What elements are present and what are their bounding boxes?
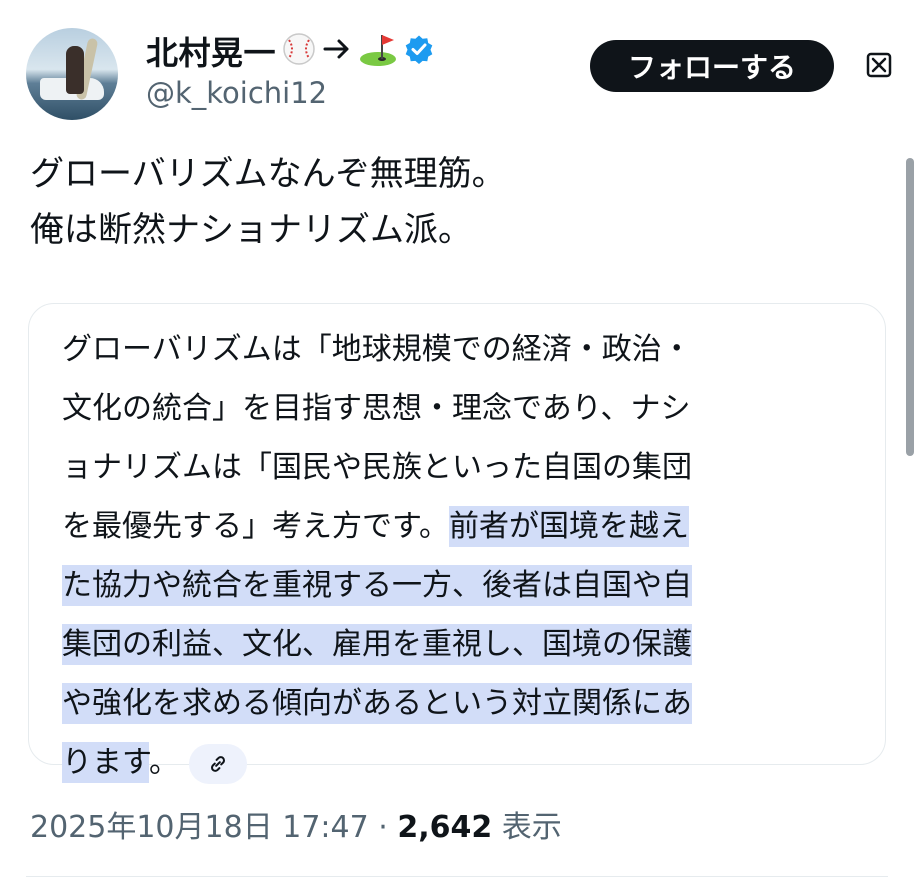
meta-separator: · xyxy=(378,810,388,845)
tweet-line: 俺は断然ナショナリズム派。 xyxy=(30,210,472,250)
card-plain-segment: 。 xyxy=(149,745,179,780)
more-options-icon[interactable] xyxy=(862,48,896,82)
arrow-right-icon xyxy=(322,34,352,68)
card-line: ョナリズムは「国民や民族といった自国の集団 xyxy=(62,450,692,485)
highlighted-text: や強化を求める傾向があるという対立関係にあ xyxy=(62,683,692,724)
author-handle[interactable]: @k_koichi12 xyxy=(146,76,327,110)
timestamp[interactable]: 2025年10月18日 17:47 xyxy=(30,802,369,846)
author-name-row[interactable]: 北村晃一 xyxy=(146,28,434,74)
baseball-icon xyxy=(282,32,316,70)
card-plain-segment: を最優先する」考え方です。 xyxy=(62,509,449,544)
card-line: グローバリズムは「地球規模での経済・政治・ xyxy=(62,332,692,367)
follow-button[interactable]: フォローする xyxy=(590,40,834,92)
views-label: 表示 xyxy=(501,810,562,845)
card-text: グローバリズムは「地球規模での経済・政治・ 文化の統合」を目指す思想・理念であり… xyxy=(62,320,852,792)
card-line: 文化の統合」を目指す思想・理念であり、ナシ xyxy=(62,391,691,426)
divider xyxy=(26,876,888,877)
card-line: を最優先する」考え方です。前者が国境を越え xyxy=(62,497,852,556)
highlighted-text: ります xyxy=(62,742,149,783)
display-name[interactable]: 北村晃一 xyxy=(146,28,276,74)
avatar[interactable] xyxy=(26,28,118,120)
verified-badge-icon[interactable] xyxy=(404,34,434,68)
highlighted-text: 集団の利益、文化、雇用を重視し、国境の保護 xyxy=(62,624,692,665)
card-line: ります。 xyxy=(62,733,852,792)
tweet-meta: 2025年10月18日 17:47 · 2,642 表示 xyxy=(30,802,562,846)
tweet-text: グローバリズムなんぞ無理筋。 俺は断然ナショナリズム派。 xyxy=(30,146,506,258)
card-line: た協力や統合を重視する一方、後者は自国や自 xyxy=(62,556,852,615)
golf-icon xyxy=(358,31,398,71)
card-line: や強化を求める傾向があるという対立関係にあ xyxy=(62,674,852,733)
views-count: 2,642 xyxy=(397,810,493,845)
avatar-person xyxy=(66,46,84,94)
card-line: 集団の利益、文化、雇用を重視し、国境の保護 xyxy=(62,615,852,674)
highlighted-text: 前者が国境を越え xyxy=(449,506,689,547)
tweet-line: グローバリズムなんぞ無理筋。 xyxy=(30,154,506,194)
link-icon[interactable] xyxy=(189,743,247,784)
scrollbar[interactable] xyxy=(906,158,914,456)
highlighted-text: た協力や統合を重視する一方、後者は自国や自 xyxy=(62,565,692,606)
